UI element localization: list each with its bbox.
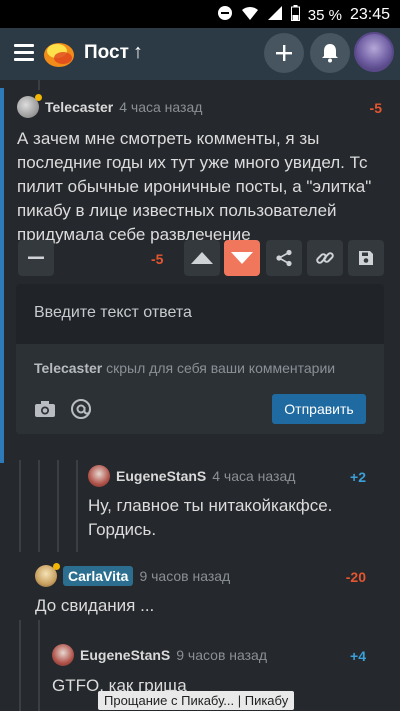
dnd-icon	[217, 5, 233, 25]
clock: 23:45	[349, 6, 390, 23]
avatar[interactable]	[17, 94, 42, 118]
upvote-icon	[191, 252, 213, 264]
save-icon	[359, 251, 373, 265]
wifi-icon	[241, 5, 259, 25]
copy-link-button[interactable]	[307, 240, 343, 276]
comment-score: +4	[350, 648, 366, 664]
avatar[interactable]	[88, 465, 110, 487]
pikabu-logo[interactable]	[42, 36, 76, 70]
comment-author[interactable]: EugeneStanS	[80, 647, 170, 663]
menu-icon[interactable]	[14, 44, 34, 61]
battery-icon	[290, 5, 300, 25]
link-icon	[316, 252, 334, 264]
signal-icon	[267, 5, 283, 25]
comment-header: CarlaVita 9 часов назад	[35, 563, 230, 587]
hidden-note-text: скрыл для себя ваши комментарии	[106, 360, 336, 376]
app-bar: Пост ↑	[0, 28, 400, 80]
reply-form: Введите текст ответа Telecaster скрыл дл…	[16, 284, 384, 434]
comment-author[interactable]: CarlaVita	[63, 566, 134, 586]
avatar[interactable]	[35, 563, 60, 587]
page-title: Пост	[84, 42, 129, 63]
hidden-note-user[interactable]: Telecaster	[34, 360, 102, 376]
comment-time[interactable]: 9 часов назад	[139, 568, 230, 584]
bell-icon	[322, 44, 338, 63]
camera-icon[interactable]	[34, 400, 56, 423]
comment-score: -20	[345, 569, 366, 585]
avatar[interactable]	[52, 644, 74, 666]
reply-input[interactable]: Введите текст ответа	[16, 284, 384, 344]
tooltip: Прощание с Пикабу... | Пикабу	[98, 691, 295, 710]
comment-score: -5	[369, 100, 382, 116]
hidden-note: Telecaster скрыл для себя ваши комментар…	[34, 360, 335, 376]
send-button[interactable]: Отправить	[272, 394, 366, 424]
comment-score: +2	[350, 469, 366, 485]
battery-percent: 35 %	[307, 6, 342, 24]
comment-text: До свидания ...	[35, 596, 155, 615]
at-icon[interactable]	[70, 398, 92, 425]
comment-time[interactable]: 4 часа назад	[119, 99, 202, 115]
downvote-icon	[231, 252, 253, 264]
save-button[interactable]	[348, 240, 384, 276]
downvote-button[interactable]	[224, 240, 260, 276]
comments-feed: Telecaster 4 часа назад -5 А зачем мне с…	[0, 80, 400, 711]
comment-text: А зачем мне смотреть комменты, я зы посл…	[17, 129, 372, 244]
add-post-button[interactable]	[264, 33, 304, 73]
comment-header: EugeneStanS 9 часов назад	[52, 644, 267, 666]
share-icon	[276, 249, 292, 267]
comment-author[interactable]: Telecaster	[45, 99, 113, 115]
minus-button[interactable]	[18, 240, 54, 276]
scroll-up-icon[interactable]: ↑	[133, 41, 143, 64]
comment-header: EugeneStanS 4 часа назад	[88, 465, 295, 487]
comment-time[interactable]: 9 часов назад	[176, 647, 267, 663]
comment-author[interactable]: EugeneStanS	[116, 468, 206, 484]
comment-header: Telecaster 4 часа назад	[17, 94, 202, 118]
comment-time[interactable]: 4 часа назад	[212, 468, 295, 484]
notifications-button[interactable]	[310, 33, 350, 73]
highlight-bar	[0, 88, 4, 463]
comment-text: Ну, главное ты нитакойкакфсе. Гордись.	[88, 496, 333, 539]
upvote-button[interactable]	[184, 240, 220, 276]
plus-icon	[276, 45, 292, 61]
minus-icon	[28, 256, 44, 259]
vote-score: -5	[151, 251, 164, 267]
profile-avatar[interactable]	[354, 32, 394, 72]
share-button[interactable]	[266, 240, 302, 276]
status-bar: 35 % 23:45	[0, 0, 400, 28]
